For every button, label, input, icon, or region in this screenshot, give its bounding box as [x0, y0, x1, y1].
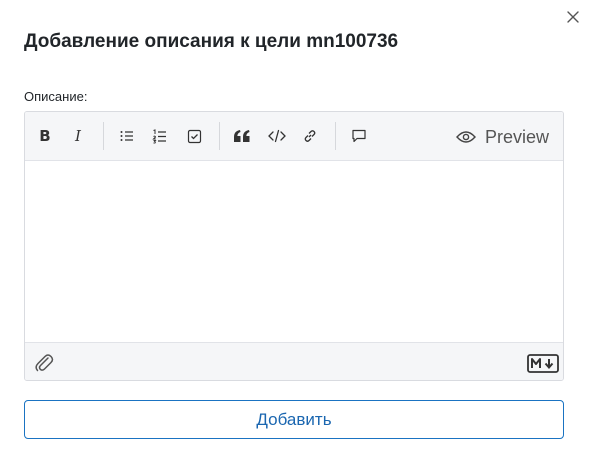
description-textarea[interactable]: [25, 161, 563, 342]
code-button[interactable]: [265, 124, 289, 148]
italic-icon: I: [75, 127, 81, 145]
link-icon: [304, 130, 316, 142]
preview-label: Preview: [484, 126, 549, 147]
markdown-help-button[interactable]: [527, 354, 559, 373]
close-button[interactable]: [564, 8, 582, 26]
markdown-icon: [527, 354, 559, 373]
toolbar-divider: [103, 122, 104, 150]
bullet-list-icon: [120, 131, 133, 141]
paperclip-icon: [35, 354, 54, 372]
attach-file-button[interactable]: [33, 352, 55, 374]
link-button[interactable]: [298, 124, 322, 148]
dialog-title: Добавление описания к цели mn100736: [24, 31, 399, 52]
eye-icon: [456, 131, 476, 143]
add-button[interactable]: Добавить: [24, 400, 564, 439]
numbered-list-icon: [152, 129, 166, 144]
description-label: Описание:: [24, 89, 88, 104]
quote-button[interactable]: [230, 124, 254, 148]
comment-button[interactable]: [347, 124, 371, 148]
bullet-list-button[interactable]: [115, 124, 139, 148]
toolbar-divider: [219, 122, 220, 150]
bold-icon: B: [39, 127, 51, 145]
editor-footer: [25, 342, 563, 380]
editor-toolbar: B I Preview: [25, 112, 563, 161]
code-icon: [268, 129, 286, 143]
checklist-button[interactable]: [182, 124, 206, 148]
checklist-icon: [187, 129, 201, 143]
toolbar-divider: [335, 122, 336, 150]
quote-icon: [234, 130, 250, 142]
italic-button[interactable]: I: [66, 124, 90, 148]
bold-button[interactable]: B: [33, 124, 57, 148]
comment-icon: [352, 129, 366, 143]
markdown-editor: B I Preview: [24, 111, 564, 381]
numbered-list-button[interactable]: [148, 124, 172, 148]
preview-button[interactable]: Preview: [456, 124, 549, 150]
close-icon: [567, 11, 579, 23]
